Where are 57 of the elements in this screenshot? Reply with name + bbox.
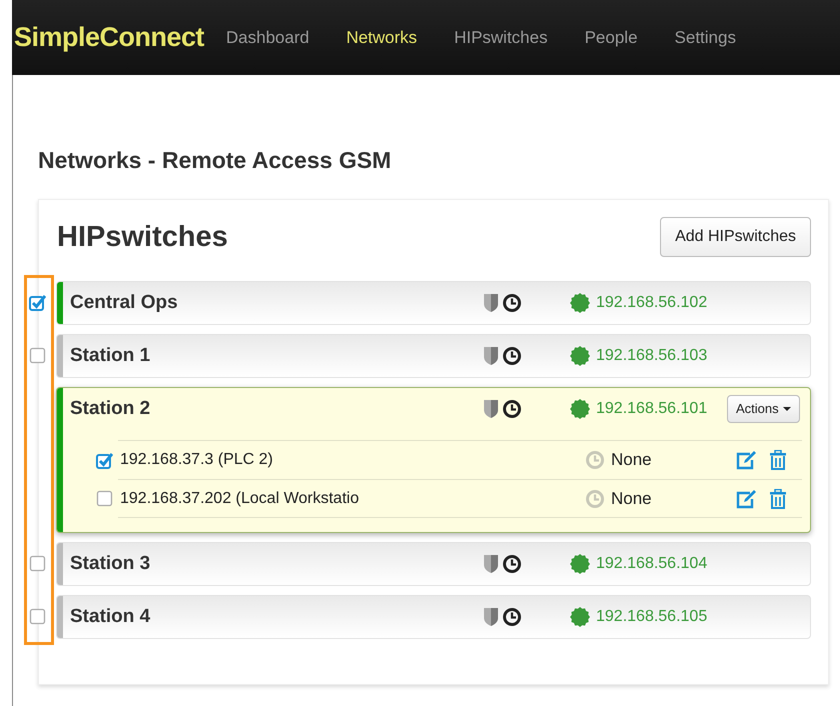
clock-icon [585,488,605,509]
shield-icon [483,346,499,366]
page-title: Networks - Remote Access GSM [38,147,392,175]
expanded-hipswitch-row[interactable]: Station 2 192.168.56.101 Actions 192.168.37.3 (PLC 2) None 192.168.37.202 (Local Workstatio None [56,387,811,534]
panel-title: HIPswitches [57,220,228,255]
hipswitch-name: Station 3 [70,552,152,576]
nav-link[interactable]: Networks [346,24,418,50]
clock-icon [502,346,522,366]
checkbox[interactable] [96,490,113,508]
hipswitch-row[interactable]: Central Ops 192.168.56.102 [56,281,811,326]
clock-icon [585,450,605,470]
hipswitch-row[interactable]: Station 1 192.168.56.103 [56,334,811,378]
checkbox[interactable] [29,555,46,572]
ip-address: 192.168.56.104 [596,554,708,574]
add-hipswitches-button[interactable]: Add HIPswitches [660,217,811,258]
schedule-text: None [611,488,652,510]
device-name: 192.168.37.3 (PLC 2) [120,450,274,470]
hipswitch-name: Station 1 [70,344,152,368]
checked-checkbox[interactable] [29,294,46,312]
caret-icon [782,407,791,412]
clock-icon [502,554,522,574]
device-name: 192.168.37.202 (Local Workstatio [120,488,360,509]
clock-icon [502,399,522,420]
edit-icon[interactable] [735,488,757,509]
hipswitch-name: Station 2 [70,396,152,421]
hipswitch-row[interactable]: Station 3 192.168.56.104 [56,542,811,586]
edit-icon[interactable] [735,450,757,470]
ip-address: 192.168.56.102 [596,293,708,314]
clock-icon [502,607,522,628]
hipswitch-name: Central Ops [70,290,179,315]
checkbox[interactable] [29,608,46,626]
status-badge-icon [570,399,590,420]
ip-address: 192.168.56.101 [596,399,708,420]
nav-link[interactable]: Dashboard [226,24,310,50]
ip-address: 192.168.56.105 [596,607,708,628]
trash-icon[interactable] [769,488,787,509]
shield-icon [483,607,499,628]
nav-link[interactable]: People [584,24,638,50]
shield-icon [483,554,499,574]
checked-checkbox[interactable] [96,452,113,469]
schedule-text: None [611,449,652,472]
status-badge-icon [570,346,590,366]
nav-link[interactable]: HIPswitches [454,24,548,50]
trash-icon[interactable] [769,450,787,470]
actions-button[interactable]: Actions [727,395,800,423]
status-badge-icon [570,293,590,314]
status-badge-icon [570,607,590,628]
checkbox[interactable] [29,347,46,364]
shield-icon [483,399,499,420]
ip-address: 192.168.56.103 [596,346,708,366]
nav-link[interactable]: Settings [674,24,736,50]
brand-logo[interactable]: SimpleConnect [14,17,204,58]
hipswitch-row[interactable]: Station 4 192.168.56.105 [56,595,811,640]
shield-icon [483,293,499,314]
clock-icon [502,293,522,314]
status-badge-icon [570,554,590,574]
hipswitch-name: Station 4 [70,604,152,629]
